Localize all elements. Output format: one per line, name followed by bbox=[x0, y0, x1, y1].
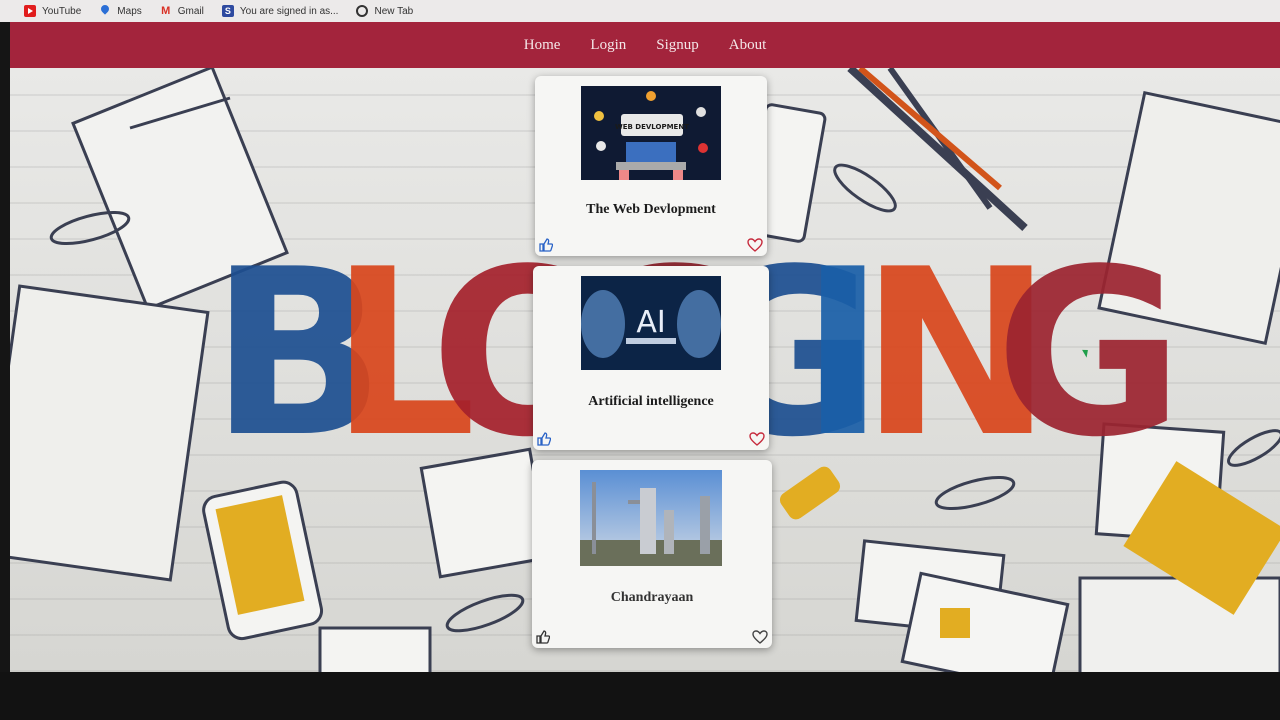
web-development-image: WEB DEVLOPMENT bbox=[581, 86, 721, 180]
ai-image: AI bbox=[581, 276, 721, 370]
heart-icon[interactable] bbox=[752, 630, 768, 644]
bookmark-youtube[interactable]: YouTube bbox=[24, 5, 81, 17]
blog-card[interactable]: WEB DEVLOPMENT The Web Devlopment bbox=[535, 76, 767, 256]
rocket-launch-image bbox=[580, 470, 722, 566]
card-title[interactable]: Chandrayaan bbox=[532, 590, 772, 606]
bookmark-label: YouTube bbox=[42, 5, 82, 17]
monitor-bezel-left bbox=[0, 22, 10, 672]
heart-icon[interactable] bbox=[747, 238, 763, 252]
maps-icon bbox=[99, 5, 111, 17]
bookmark-label: New Tab bbox=[374, 5, 414, 17]
heart-icon[interactable] bbox=[749, 432, 765, 446]
bookmark-signed-in[interactable]: S You are signed in as... bbox=[221, 5, 339, 17]
bookmark-new-tab[interactable]: New Tab bbox=[356, 5, 413, 17]
card-title[interactable]: The Web Devlopment bbox=[535, 202, 767, 218]
nav-about[interactable]: About bbox=[729, 37, 767, 54]
nav-login[interactable]: Login bbox=[590, 37, 626, 54]
card-title[interactable]: Artificial intelligence bbox=[533, 394, 769, 410]
like-icon[interactable] bbox=[537, 432, 551, 446]
gmail-icon: M bbox=[161, 5, 171, 17]
bookmark-label: Gmail bbox=[177, 5, 204, 17]
monitor-bezel-bottom bbox=[0, 672, 1280, 720]
bookmark-label: You are signed in as... bbox=[239, 5, 339, 17]
bookmark-gmail[interactable]: M Gmail bbox=[160, 5, 204, 17]
like-icon[interactable] bbox=[539, 238, 553, 252]
s-icon: S bbox=[221, 5, 234, 17]
like-icon[interactable] bbox=[536, 630, 550, 644]
blog-card[interactable]: AI Artificial intelligence bbox=[533, 266, 769, 450]
globe-icon bbox=[356, 5, 369, 17]
bookmark-label: Maps bbox=[117, 5, 142, 17]
bookmarks-bar: YouTube Maps M Gmail S You are signed in… bbox=[0, 0, 1280, 22]
svg-text:AI: AI bbox=[636, 305, 665, 340]
youtube-icon bbox=[24, 5, 36, 17]
nav-home[interactable]: Home bbox=[524, 37, 561, 54]
navbar: Home Login Signup About bbox=[10, 22, 1280, 68]
svg-text:WEB DEVLOPMENT: WEB DEVLOPMENT bbox=[615, 123, 689, 131]
blog-card[interactable]: Chandrayaan bbox=[532, 460, 772, 648]
blog-page: Home Login Signup About B L O G I N G WE… bbox=[10, 22, 1280, 672]
nav-signup[interactable]: Signup bbox=[656, 37, 699, 54]
bookmark-maps[interactable]: Maps bbox=[99, 5, 141, 17]
